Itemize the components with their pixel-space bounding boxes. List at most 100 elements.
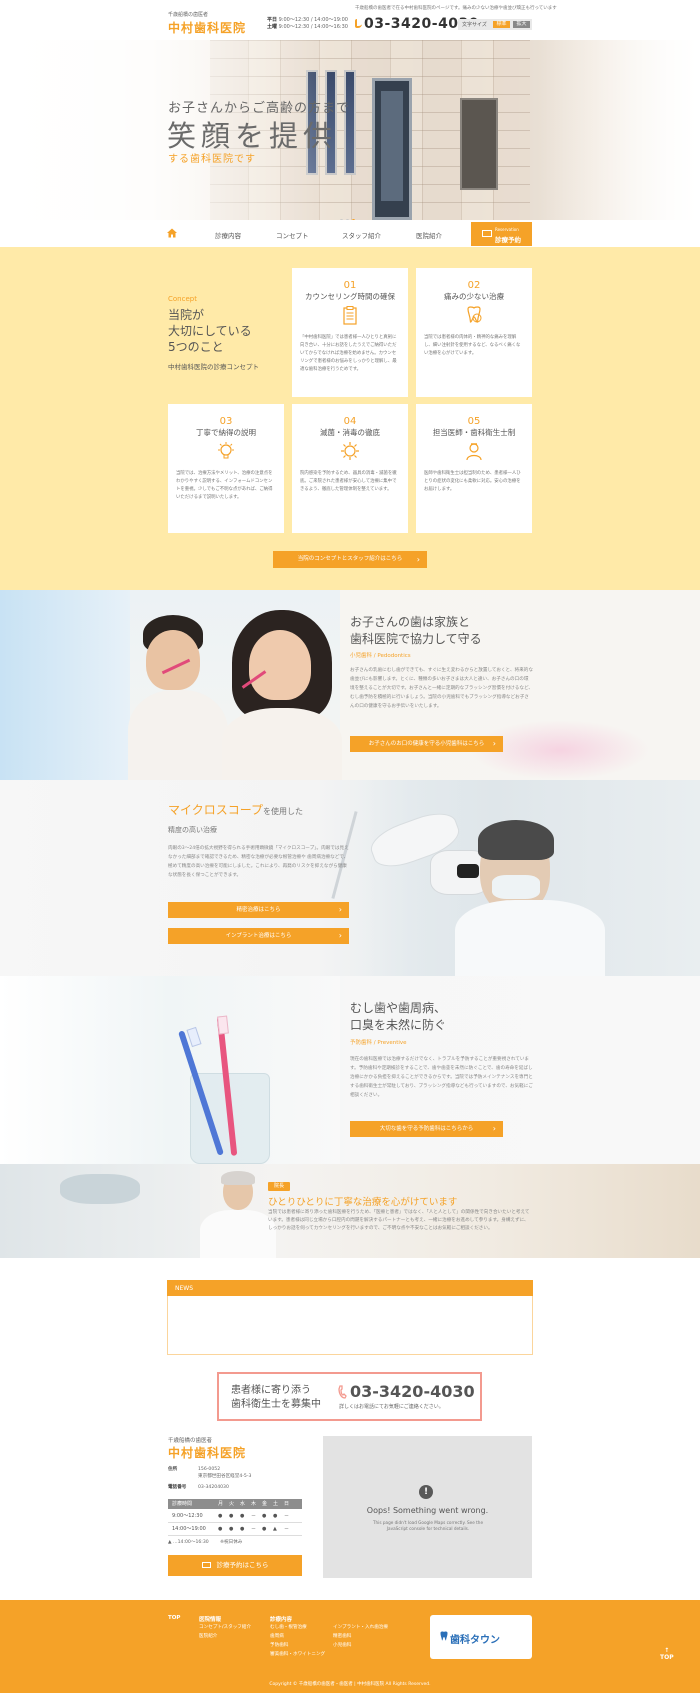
tooth-logo-icon (440, 1631, 448, 1641)
pedodontics-section: お子さんの歯は家族と 歯科医院で協力して守る 小児歯科 / Pedodontics… (0, 590, 700, 780)
kids-body: お子さんの乳歯にむし歯ができても、すぐに生え変わるからと放置しておくと、将来的な… (350, 668, 533, 709)
concept-staff-button[interactable]: 当院のコンセプトとスタッフ紹介はこちら (273, 551, 427, 568)
hero-line-2: 笑顔を提供 (167, 119, 338, 153)
implant-treatment-button[interactable]: インプラント治療はこちら (168, 928, 349, 944)
precision-treatment-button[interactable]: 精密治療はこちら (168, 902, 349, 918)
microscope-section: マイクロスコープを使用した 精度の高い治療 肉眼の3～24倍の拡大視野を得られる手… (0, 780, 700, 976)
tooth-icon (467, 306, 482, 323)
doctor-photo (200, 1210, 276, 1258)
nav-item-concept[interactable]: コンセプト (276, 230, 309, 240)
hours-row-morning: 9:00～12:30 ● ● ● － ● ● － (168, 1510, 302, 1523)
info-logo: 中村歯科医院 (168, 1446, 247, 1460)
concept-card-2: 02 痛みの少ない治療 当院では患者様の肉体的・精神的な痛みを理解し、細い注射針… (416, 268, 532, 397)
nav-cta-en: Reservation (495, 227, 519, 232)
page-top-button[interactable]: ↑ TOP (660, 1647, 674, 1661)
concept-en-label: Concept (168, 295, 197, 303)
font-large-button[interactable]: 拡大 (513, 21, 530, 28)
recruit-phone[interactable]: 03-3420-4030 (350, 1382, 475, 1401)
director-section: 院長 ひとりひとりに丁寧な治療を心がけています 当院では患者様に寄り添った歯科医… (0, 1164, 700, 1258)
header-hours: 平日 9:00～12:30 / 14:00～19:00 土曜 9:00～12:3… (267, 17, 348, 31)
recruit-text: 患者様に寄り添う 歯科衛生士を募集中 (231, 1385, 321, 1410)
hero-nameplate (460, 98, 498, 190)
nav-reservation-button[interactable]: Reservation 診療予約 (471, 222, 532, 246)
preventive-section: むし歯や歯周病、 口臭を未然に防ぐ 予防歯科 / Preventive 現在の歯科… (0, 976, 700, 1164)
pedodontics-button[interactable]: お子さんのお口の健康を守る小児歯科はこちら (350, 736, 503, 752)
hours-sat-label: 土曜 (267, 24, 278, 30)
header-top-note: 千歳船橋の歯医者で在る中村歯科医院のページです。痛みの少ない治療や歯並び矯正も行… (355, 6, 557, 11)
error-icon: ! (419, 1485, 433, 1499)
clipboard-icon (343, 306, 357, 325)
kids-tag: 小児歯科 / Pedodontics (350, 653, 411, 659)
nav-item-treatment[interactable]: 診療内容 (215, 230, 241, 240)
footer-link-implant[interactable]: インプラント・入れ歯治療 (333, 1623, 388, 1632)
footer-treatment-links: むし歯・根管治療 歯周病 予防歯科 審美歯科・ホワイトニング (270, 1623, 325, 1659)
footer-treatment-heading[interactable]: 診療内容 (270, 1615, 292, 1623)
site-header: 千歳船橋の歯医者 中村歯科医院 千歳船橋の歯医者で在る中村歯科医院のページです。… (0, 0, 700, 40)
footer-link-concept[interactable]: コンセプト/スタッフ紹介 (199, 1623, 251, 1632)
concept-card-3: 03 丁寧で納得の説明 当院では、治療方法やメリット、治療の注意点をわかりやすく… (168, 404, 284, 533)
news-list (167, 1296, 533, 1355)
hours-weekday: 9:00～12:30 / 14:00～19:00 (278, 17, 348, 23)
director-body: 当院では患者様に寄り添った歯科医療を行うため、「医療と患者」ではなく、「人と人と… (268, 1210, 530, 1231)
phone-icon (355, 19, 362, 28)
microscope-body: 肉眼の3～24倍の拡大視野を得られる手術用顕微鏡「マイクロスコープ」。肉眼では見… (168, 846, 349, 878)
google-map[interactable]: ! Oops! Something went wrong. This page … (323, 1436, 532, 1578)
concept-card-4: 04 滅菌・消毒の徹底 院内感染を予防するため、器具の消毒・滅菌を徹底。ご来院さ… (292, 404, 408, 533)
nav-item-clinic[interactable]: 医院紹介 (416, 230, 442, 240)
hours-note: ▲ …14:00～16:30 ※祝日休み (168, 1540, 243, 1545)
footer-top-link[interactable]: TOP (168, 1615, 180, 1621)
arrow-up-icon: ↑ (664, 1647, 670, 1654)
footer-link-pedo[interactable]: 小児歯科 (333, 1641, 388, 1650)
kids-title: お子さんの歯は家族と 歯科医院で協力して守る (350, 615, 482, 646)
font-size-switcher: 文字サイズ 標準 拡大 (458, 19, 532, 30)
footer-clinic-heading[interactable]: 医院情報 (199, 1615, 221, 1623)
preventive-tag: 予防歯科 / Preventive (350, 1040, 407, 1046)
lightbulb-icon (218, 442, 234, 459)
mail-icon (482, 230, 492, 237)
footer-link-preventive[interactable]: 予防歯科 (270, 1641, 325, 1650)
info-tagline: 千歳船橋の歯医者 (168, 1438, 213, 1444)
font-size-label: 文字サイズ (462, 22, 487, 28)
recruit-note: 詳しくはお電話にてお気軽にご連絡ください。 (339, 1404, 444, 1410)
font-standard-button[interactable]: 標準 (493, 21, 510, 28)
footer-link-clinic[interactable]: 医院紹介 (199, 1632, 251, 1641)
map-error-text: This page didn't load Google Maps correc… (372, 1520, 484, 1531)
phone-icon (338, 1385, 347, 1399)
reservation-button[interactable]: 診療予約はこちら (168, 1555, 302, 1576)
nav-item-staff[interactable]: スタッフ紹介 (342, 230, 381, 240)
doctor-icon (466, 443, 482, 461)
sterilize-icon (341, 442, 359, 460)
map-error-title: Oops! Something went wrong. (366, 1506, 489, 1515)
microscope-title: マイクロスコープを使用した 精度の高い治療 (168, 803, 304, 834)
preventive-button[interactable]: 大切な歯を守る予防歯科はこちらから (350, 1121, 503, 1137)
preventive-title: むし歯や歯周病、 口臭を未然に防ぐ (350, 1001, 447, 1032)
footer-link-caries[interactable]: むし歯・根管治療 (270, 1623, 325, 1632)
toothbrush-photo (0, 976, 340, 1164)
concept-title: 当院が 大切にしている 5つのこと (168, 308, 252, 354)
home-icon[interactable] (167, 228, 177, 238)
nav-cta-ja: 診療予約 (495, 236, 521, 244)
footer-treatment-links-2: インプラント・入れ歯治療 精密歯科 小児歯科 (333, 1623, 388, 1650)
preventive-body: 現在の歯科医療では治療するだけでなく、トラブルを予防することが重要視されています… (350, 1057, 533, 1098)
header-tagline: 千歳船橋の歯医者 (168, 12, 209, 18)
hours-table-header: 診療時間 月 火 水 木 金 土 日 (168, 1499, 302, 1509)
footer-link-whitening[interactable]: 審美歯科・ホワイトニング (270, 1650, 325, 1659)
shika-town-badge[interactable]: 歯科タウン (430, 1615, 532, 1659)
director-badge: 院長 (268, 1182, 291, 1191)
footer-link-precision[interactable]: 精密歯科 (333, 1632, 388, 1641)
hero-door (372, 78, 412, 220)
concept-card-1: 01 カウンセリング時間の確保 「中村歯科医院」では患者様一人ひとりと真剣に向き… (292, 268, 408, 397)
hours-sat: 9:00～12:30 / 14:00～16:30 (278, 24, 348, 30)
concept-subtitle: 中村歯科医院の診療コンセプト (168, 363, 259, 371)
footer-clinic-links: コンセプト/スタッフ紹介 医院紹介 (199, 1623, 251, 1641)
hours-row-afternoon: 14:00～19:00 ● ● ● － ● ▲ － (168, 1523, 302, 1536)
hero-slider (0, 40, 700, 220)
hero-line-3: する歯科医院です (168, 154, 256, 165)
info-phone: 電話番号 03-34204030 (168, 1485, 229, 1490)
footer-link-perio[interactable]: 歯周病 (270, 1632, 325, 1641)
director-title: ひとりひとりに丁寧な治療を心がけています (268, 1197, 458, 1208)
site-logo[interactable]: 中村歯科医院 (168, 19, 246, 36)
news-heading: NEWS (167, 1280, 533, 1296)
hours-weekday-label: 平日 (267, 17, 278, 23)
info-address: 住所 156-0052 東京都世田谷区経堂4-5-3 (168, 1467, 252, 1479)
